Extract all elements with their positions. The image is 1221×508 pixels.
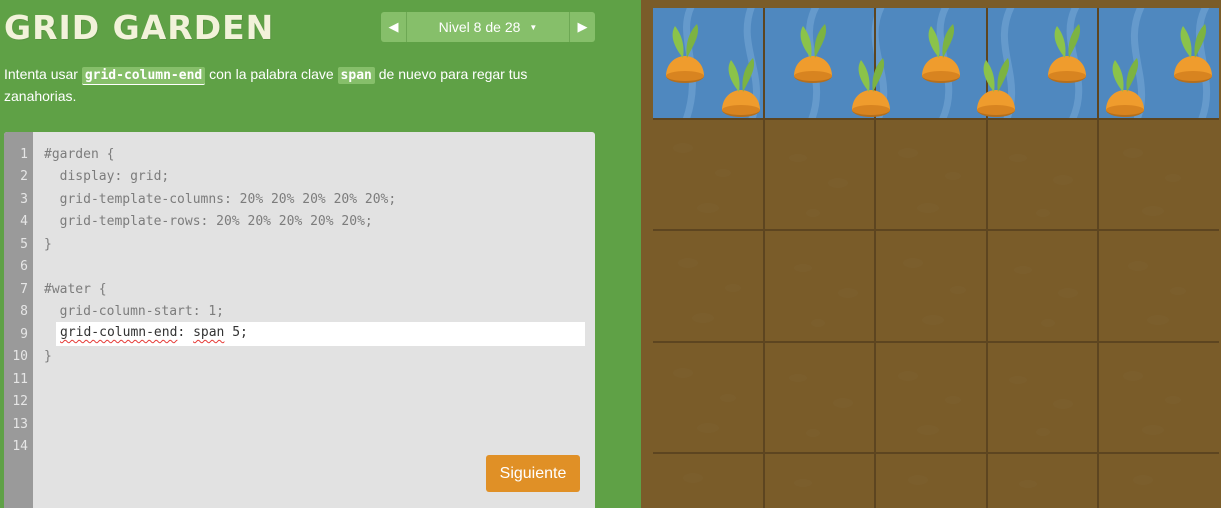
css-answer-input[interactable]: grid-column-end: span 5; <box>56 322 585 346</box>
css-editor: 1 2 3 4 5 6 7 8 9 10 11 12 13 14 #garden… <box>4 132 595 508</box>
input-property: grid-column-end <box>60 325 178 340</box>
line-number: 11 <box>12 372 28 387</box>
code-line: grid-column-start: 1; <box>44 304 225 319</box>
line-number: 4 <box>20 214 28 229</box>
carrot-icon <box>1048 24 1086 83</box>
code-line: #water { <box>44 282 107 297</box>
code-line: } <box>44 237 52 252</box>
input-separator: : <box>177 325 194 340</box>
line-number: 1 <box>20 147 28 162</box>
garden-board <box>641 0 1221 508</box>
instructions: Intenta usar grid-column-end con la pala… <box>4 64 594 106</box>
previous-level-button[interactable]: ◀ <box>381 12 407 42</box>
carrot-icon <box>722 58 760 117</box>
keyword-span: span <box>337 67 375 84</box>
line-number: 12 <box>12 394 28 409</box>
line-number: 7 <box>20 282 28 297</box>
carrot-icon <box>1106 58 1144 117</box>
code-line: #garden { <box>44 147 115 162</box>
code-line: grid-template-columns: 20% 20% 20% 20% 2… <box>44 192 397 207</box>
triangle-left-icon: ◀ <box>388 19 399 34</box>
level-select[interactable]: Nivel 8 de 28 ▼ <box>407 12 569 42</box>
line-number: 14 <box>12 439 28 454</box>
line-number: 3 <box>20 192 28 207</box>
line-number-gutter: 1 2 3 4 5 6 7 8 9 10 11 12 13 14 <box>4 132 33 508</box>
line-number: 5 <box>20 237 28 252</box>
carrot-icon <box>922 24 960 83</box>
code-line: grid-template-rows: 20% 20% 20% 20% 20%; <box>44 214 373 229</box>
input-value: 5; <box>224 325 248 340</box>
line-number: 13 <box>12 417 28 432</box>
carrot-icon <box>794 24 832 83</box>
carrot-icon <box>666 24 704 83</box>
line-number: 2 <box>20 169 28 184</box>
next-button[interactable]: Siguiente <box>486 455 580 492</box>
line-number: 8 <box>20 304 28 319</box>
instructions-text-2: con la palabra clave <box>205 66 338 82</box>
left-panel: GRID GARDEN ◀ Nivel 8 de 28 ▼ ▶ Intenta … <box>0 0 640 508</box>
line-number: 9 <box>20 327 28 342</box>
carrot-icon <box>977 58 1015 117</box>
chevron-down-icon: ▼ <box>529 22 538 32</box>
triangle-right-icon: ▶ <box>577 19 588 34</box>
next-level-button[interactable]: ▶ <box>569 12 595 42</box>
line-number: 10 <box>12 349 28 364</box>
instructions-text-1: Intenta usar <box>4 66 82 82</box>
level-label: Nivel 8 de 28 <box>438 19 521 35</box>
level-navigator: ◀ Nivel 8 de 28 ▼ ▶ <box>381 12 595 42</box>
garden-grid <box>653 8 1219 508</box>
code-line: } <box>44 349 52 364</box>
keyword-grid-column-end: grid-column-end <box>81 67 206 85</box>
input-keyword: span <box>193 325 225 340</box>
app-title: GRID GARDEN <box>4 8 275 47</box>
line-number: 6 <box>20 259 28 274</box>
carrots-layer <box>666 8 1212 117</box>
css-answer-text: grid-column-end: span 5; <box>60 325 248 340</box>
carrot-icon <box>1162 8 1200 45</box>
code-line: display: grid; <box>44 169 170 184</box>
carrot-icon <box>852 58 890 117</box>
